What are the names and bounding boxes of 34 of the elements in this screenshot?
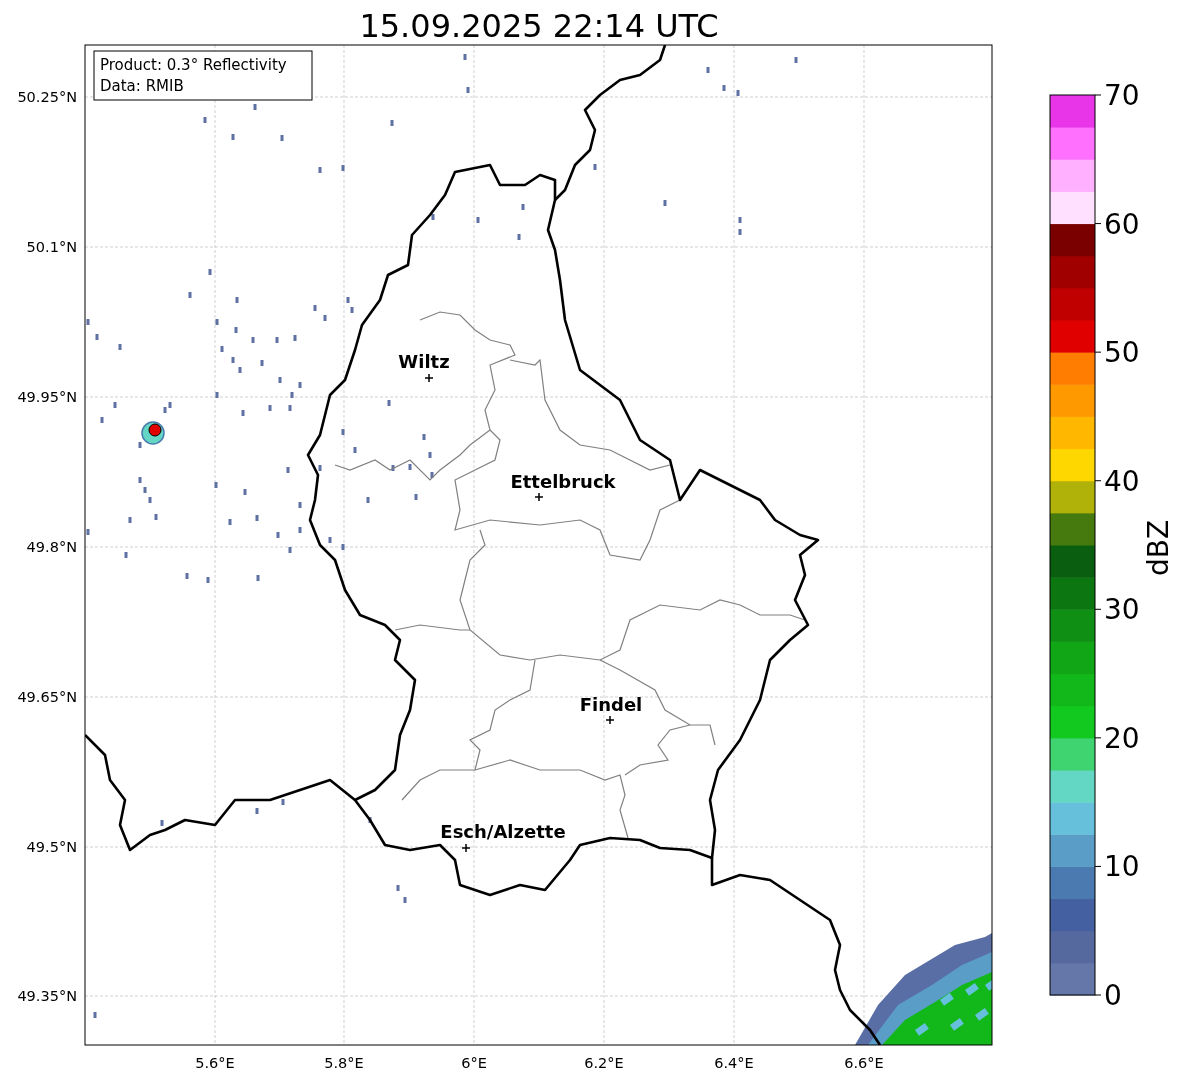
colorbar-label: dBZ xyxy=(1142,519,1175,577)
colorbar-tick-label: 40 xyxy=(1104,464,1140,498)
colorbar-tick-label: 30 xyxy=(1104,593,1140,627)
latitude-tick-label: 49.5°N xyxy=(26,839,77,855)
colorbar-tick-label: 0 xyxy=(1104,979,1122,1012)
longitude-tick-label: 6.4°E xyxy=(714,1055,754,1071)
colorbar-tick-label: 20 xyxy=(1104,721,1140,755)
colorbar-tick-label: 60 xyxy=(1104,207,1140,241)
longitude-tick-label: 6°E xyxy=(461,1055,487,1071)
city-marker-icon xyxy=(534,492,544,502)
info-text: Data: RMIB xyxy=(100,77,184,95)
colorbar-tick-label: 10 xyxy=(1104,850,1140,884)
city-label: Ettelbruck xyxy=(510,471,616,492)
longitude-tick-label: 5.6°E xyxy=(195,1055,235,1071)
info-text: Product: 0.3° Reflectivity xyxy=(100,56,287,74)
longitude-tick-label: 6.2°E xyxy=(584,1055,624,1071)
latitude-tick-label: 50.1°N xyxy=(26,239,77,255)
chart-title: 15.09.2025 22:14 UTC xyxy=(359,7,719,45)
city-label: Wiltz xyxy=(398,351,450,372)
latitude-tick-label: 49.95°N xyxy=(17,389,77,405)
city-marker-icon xyxy=(605,715,615,725)
city-label: Esch/Alzette xyxy=(440,821,566,842)
colorbar-tick-label: 70 xyxy=(1104,79,1140,112)
latitude-tick-label: 49.65°N xyxy=(17,689,77,705)
longitude-tick-label: 5.8°E xyxy=(324,1055,364,1071)
radar-site-icon xyxy=(141,421,165,445)
longitude-tick-label: 6.6°E xyxy=(844,1055,884,1071)
colorbar-tick-label: 50 xyxy=(1104,336,1140,370)
latitude-tick-label: 49.35°N xyxy=(17,988,77,1004)
latitude-tick-label: 49.8°N xyxy=(26,539,77,555)
city-marker-icon xyxy=(461,843,471,853)
latitude-tick-label: 50.25°N xyxy=(17,89,77,105)
city-marker-icon xyxy=(424,373,434,383)
city-label: Findel xyxy=(579,694,643,715)
